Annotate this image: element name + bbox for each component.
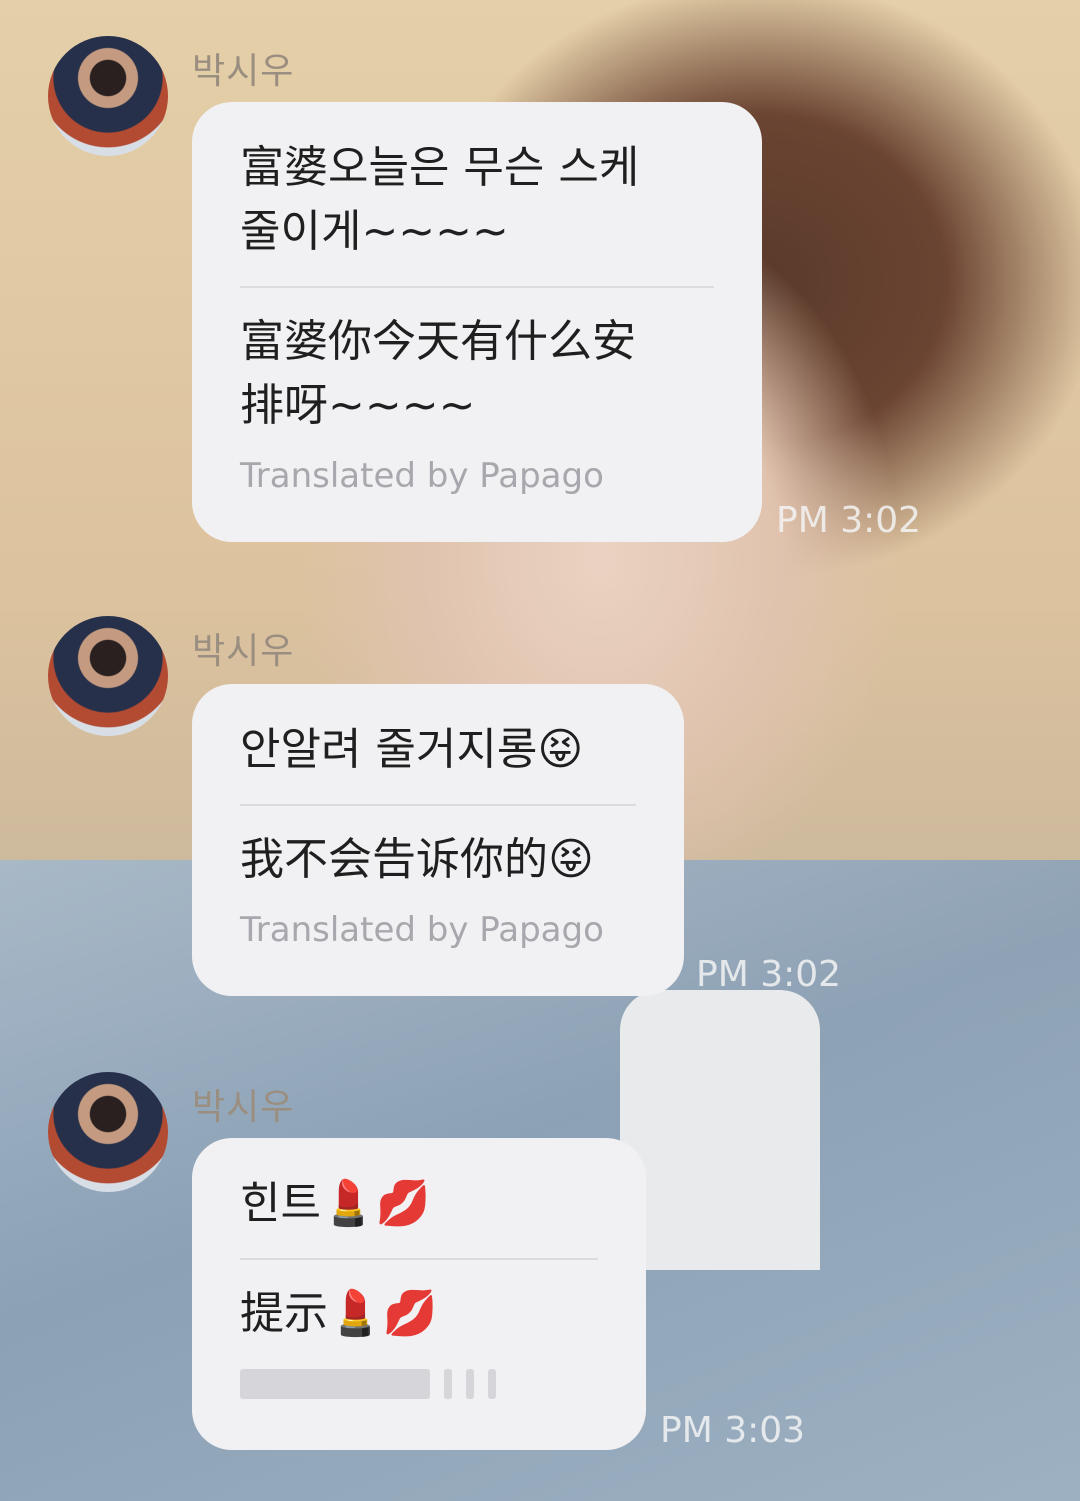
translated-by-label: Translated by Papago: [240, 910, 604, 950]
translated-text: 提示💄💋: [240, 1288, 438, 1339]
sender-name: 박시우: [192, 51, 295, 92]
message-time: PM 3:02: [696, 954, 842, 995]
original-text: 힌트💄💋: [240, 1178, 431, 1229]
message-time: PM 3:02: [776, 500, 922, 541]
message-bubble[interactable]: 힌트💄💋 提示💄💋: [192, 1138, 646, 1450]
avatar[interactable]: [48, 616, 168, 736]
avatar[interactable]: [48, 1072, 168, 1192]
sender-name: 박시우: [192, 1087, 295, 1128]
loading-placeholder: [240, 1364, 598, 1404]
original-text: 안알려 줄거지롱😝: [240, 724, 584, 775]
message-bubble[interactable]: 富婆오늘은 무슨 스케 줄이게~~~~ 富婆你今天有什么安 排呀~~~~ Tra…: [192, 102, 762, 542]
translated-by-label: Translated by Papago: [240, 456, 604, 496]
sender-name: 박시우: [192, 631, 295, 672]
translated-text: 我不会告诉你的😝: [240, 834, 594, 885]
translated-text: 富婆你今天有什么安 排呀~~~~: [240, 316, 636, 431]
photo-tshirt-area: [620, 990, 820, 1270]
original-text: 富婆오늘은 무슨 스케 줄이게~~~~: [240, 142, 640, 257]
divider: [240, 804, 636, 806]
divider: [240, 286, 714, 288]
message-bubble[interactable]: 안알려 줄거지롱😝 我不会告诉你的😝 Translated by Papago: [192, 684, 684, 996]
divider: [240, 1258, 598, 1260]
message-time: PM 3:03: [660, 1410, 806, 1451]
avatar[interactable]: [48, 36, 168, 156]
